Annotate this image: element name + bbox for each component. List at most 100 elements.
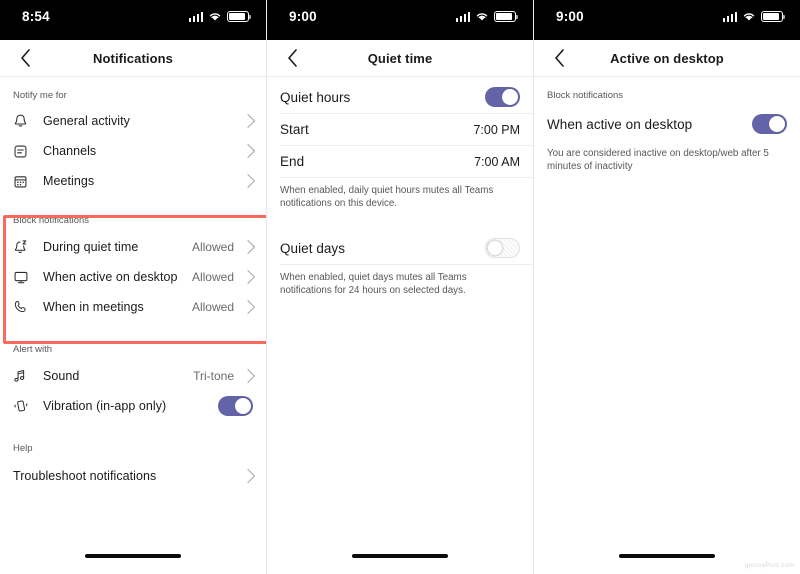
row-channels[interactable]: Channels <box>0 136 266 166</box>
chevron-right-icon <box>240 468 256 484</box>
cellular-signal-icon <box>455 11 470 22</box>
row-label: Quiet hours <box>280 89 351 105</box>
site-watermark: groovyPost.com <box>744 562 794 569</box>
row-value: 7:00 AM <box>474 154 520 169</box>
row-label: Start <box>280 122 309 137</box>
chevron-left-icon <box>554 49 564 67</box>
row-general-activity[interactable]: General activity <box>0 106 266 136</box>
row-label: Meetings <box>43 174 95 188</box>
navigation-bar: Notifications <box>0 40 266 76</box>
back-button[interactable] <box>548 47 570 69</box>
cellular-signal-icon <box>722 11 737 22</box>
chevron-right-icon <box>240 113 256 129</box>
channels-icon <box>13 144 43 159</box>
music-note-icon <box>13 368 43 384</box>
vibration-icon <box>13 398 43 414</box>
chevron-left-icon <box>20 49 30 67</box>
bell-quiet-icon <box>13 239 43 255</box>
status-bar-icons <box>722 9 785 24</box>
bell-icon <box>13 113 43 129</box>
settings-list: Notify me for General activity Channels … <box>0 77 266 491</box>
toggle-knob <box>502 89 518 105</box>
row-quiet-days[interactable]: Quiet days <box>267 232 533 264</box>
phone-screen-active-on-desktop: 9:00 Active on desktop Block notificatio… <box>533 0 800 574</box>
row-when-active-on-desktop[interactable]: When active on desktop <box>534 109 800 139</box>
navigation-bar: Quiet time <box>267 40 533 76</box>
chevron-right-icon <box>240 143 256 159</box>
three-phone-screenshot-collage: 8:54 Notifications Notify me for General… <box>0 0 800 574</box>
toggle-knob <box>487 240 503 256</box>
quiet-days-toggle[interactable] <box>485 238 520 258</box>
row-value: Tri-tone <box>193 369 234 383</box>
row-value: Allowed <box>191 300 234 314</box>
section-header-notify-me-for: Notify me for <box>13 90 67 101</box>
wifi-icon <box>476 13 488 21</box>
row-vibration[interactable]: Vibration (in-app only) <box>0 391 266 421</box>
row-label: When in meetings <box>43 300 144 314</box>
row-label: Channels <box>43 144 97 158</box>
row-quiet-hours[interactable]: Quiet hours <box>267 81 533 113</box>
row-meetings[interactable]: Meetings <box>0 166 266 196</box>
page-title: Active on desktop <box>610 50 724 66</box>
row-when-active-on-desktop[interactable]: When active on desktop Allowed <box>0 262 266 292</box>
quiet-hours-help-text: When enabled, daily quiet hours mutes al… <box>280 185 494 209</box>
status-bar-time: 9:00 <box>556 9 584 24</box>
section-header-help: Help <box>13 443 33 454</box>
cellular-signal-icon <box>188 11 203 22</box>
section-header-block-notifications: Block notifications <box>13 215 90 226</box>
row-value: Allowed <box>191 240 234 254</box>
row-label: When active on desktop <box>547 116 693 132</box>
section-header-alert-with: Alert with <box>13 344 53 355</box>
status-bar-icons <box>188 9 251 24</box>
row-label: End <box>280 154 305 169</box>
chevron-right-icon <box>240 299 256 315</box>
row-label: Troubleshoot notifications <box>13 469 157 483</box>
page-title: Quiet time <box>367 50 433 66</box>
page-title: Notifications <box>92 50 174 66</box>
settings-list: Quiet hours Start 7:00 PM End 7:00 AM Wh… <box>267 77 533 297</box>
battery-icon <box>761 11 785 22</box>
phone-screen-notifications: 8:54 Notifications Notify me for General… <box>0 0 266 574</box>
row-sound[interactable]: Sound Tri-tone <box>0 361 266 391</box>
chevron-right-icon <box>240 368 256 384</box>
row-during-quiet-time[interactable]: During quiet time Allowed <box>0 232 266 262</box>
toggle-knob <box>235 398 251 414</box>
row-troubleshoot-notifications[interactable]: Troubleshoot notifications <box>0 461 266 491</box>
chevron-right-icon <box>240 269 256 285</box>
back-button[interactable] <box>14 47 36 69</box>
status-bar: 9:00 <box>534 0 800 40</box>
navigation-bar: Active on desktop <box>534 40 800 76</box>
when-active-on-desktop-toggle[interactable] <box>752 114 787 134</box>
status-bar-time: 8:54 <box>22 9 50 24</box>
home-indicator <box>352 554 448 558</box>
wifi-icon <box>209 13 221 21</box>
home-indicator <box>619 554 715 558</box>
quiet-hours-toggle[interactable] <box>485 87 520 107</box>
monitor-icon <box>13 270 43 285</box>
row-start-time[interactable]: Start 7:00 PM <box>267 114 533 145</box>
settings-list: Block notifications When active on deskt… <box>534 77 800 173</box>
row-value: 7:00 PM <box>473 122 520 137</box>
phone-icon <box>13 299 43 315</box>
chevron-left-icon <box>287 49 297 67</box>
wifi-icon <box>743 13 755 21</box>
back-button[interactable] <box>281 47 303 69</box>
battery-icon <box>494 11 518 22</box>
row-label: During quiet time <box>43 240 139 254</box>
row-label: General activity <box>43 114 130 128</box>
vibration-toggle[interactable] <box>218 396 253 416</box>
toggle-knob <box>769 116 785 132</box>
row-when-in-meetings[interactable]: When in meetings Allowed <box>0 292 266 322</box>
row-label: Sound <box>43 369 80 383</box>
status-bar: 9:00 <box>267 0 533 40</box>
battery-icon <box>227 11 251 22</box>
status-bar: 8:54 <box>0 0 266 40</box>
section-header-block-notifications: Block notifications <box>547 90 624 101</box>
status-bar-icons <box>455 9 518 24</box>
phone-screen-quiet-time: 9:00 Quiet time Quiet hours Start 7:00 P… <box>266 0 533 574</box>
status-bar-time: 9:00 <box>289 9 317 24</box>
row-label: Vibration (in-app only) <box>43 399 167 413</box>
chevron-right-icon <box>240 239 256 255</box>
calendar-icon <box>13 174 43 189</box>
row-end-time[interactable]: End 7:00 AM <box>267 146 533 177</box>
